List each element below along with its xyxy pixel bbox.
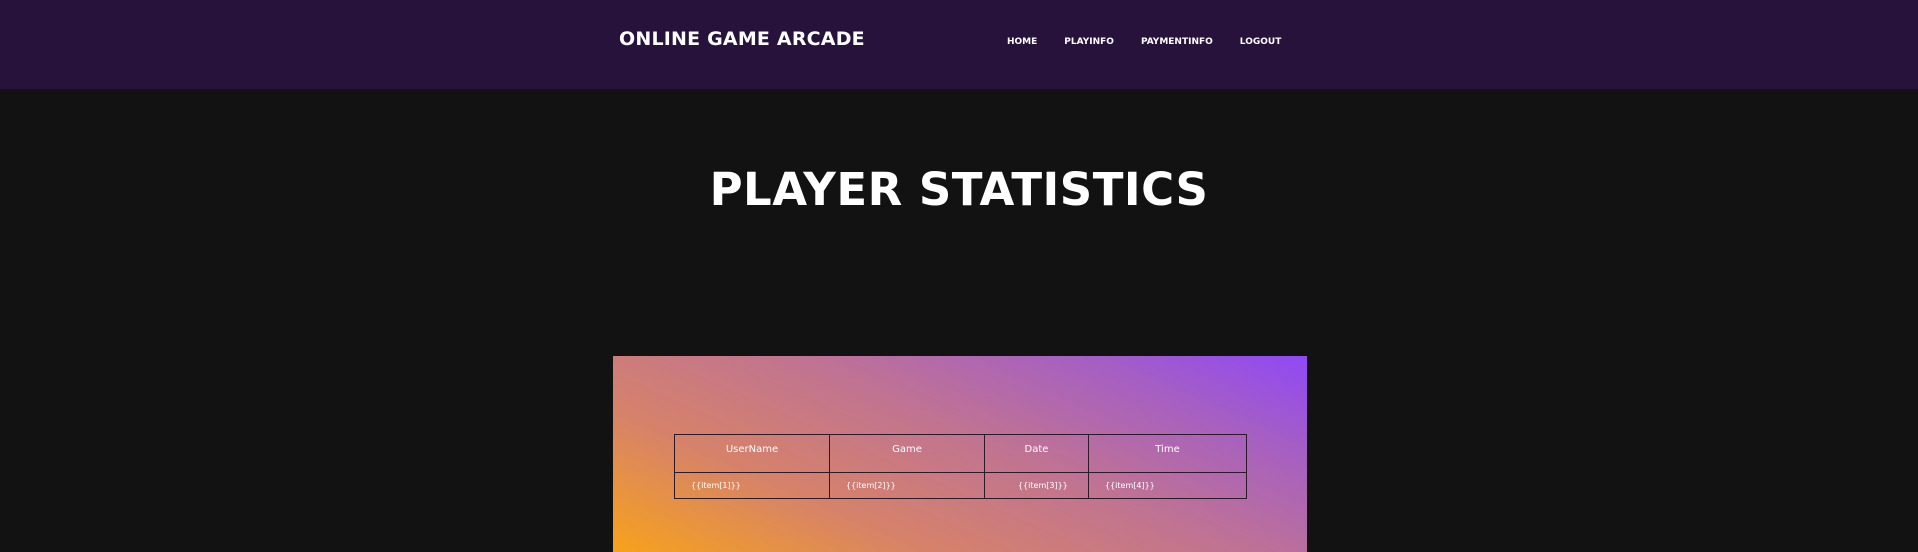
table-cell-game: {{item[2]}}: [829, 472, 985, 499]
page-title: PLAYER STATISTICS: [709, 163, 1209, 216]
main-nav: HOME PLAYINFO PAYMENTINFO LOGOUT: [1007, 37, 1281, 47]
site-brand[interactable]: ONLINE GAME ARCADE: [619, 28, 865, 50]
table-cell-username: {{item[1]}}: [674, 472, 830, 499]
column-header-time: Time: [1088, 434, 1247, 473]
top-navbar: ONLINE GAME ARCADE HOME PLAYINFO PAYMENT…: [0, 0, 1918, 89]
player-stats-table: UserName Game Date Time {{item[1]}} {{it…: [674, 434, 1247, 499]
table-cell-date: {{item[3]}}: [984, 472, 1089, 499]
column-header-game: Game: [829, 434, 985, 473]
nav-home-link[interactable]: HOME: [1007, 37, 1037, 47]
nav-playinfo-link[interactable]: PLAYINFO: [1064, 37, 1114, 47]
stats-panel: UserName Game Date Time {{item[1]}} {{it…: [613, 356, 1307, 552]
column-header-date: Date: [984, 434, 1089, 473]
column-header-username: UserName: [674, 434, 830, 473]
nav-paymentinfo-link[interactable]: PAYMENTINFO: [1141, 37, 1213, 47]
table-header-row: UserName Game Date Time: [674, 434, 1247, 473]
table-row: {{item[1]}} {{item[2]}} {{item[3]}} {{it…: [674, 472, 1247, 499]
nav-logout-link[interactable]: LOGOUT: [1240, 37, 1282, 47]
table-cell-time: {{item[4]}}: [1088, 472, 1247, 499]
